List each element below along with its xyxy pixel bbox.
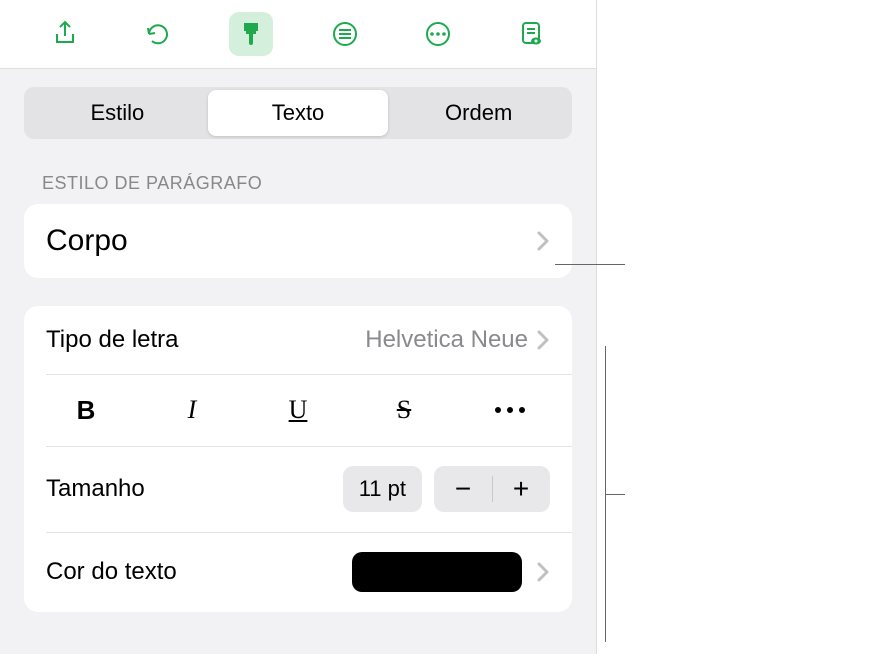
font-row[interactable]: Tipo de letra Helvetica Neue: [24, 306, 572, 374]
more-button[interactable]: [416, 12, 460, 56]
undo-button[interactable]: [136, 12, 180, 56]
text-color-swatch[interactable]: [352, 552, 522, 592]
paragraph-style-row[interactable]: Corpo: [24, 204, 572, 278]
size-row: Tamanho 11 pt − +: [24, 446, 572, 532]
chevron-right-icon: [536, 329, 550, 351]
tab-style[interactable]: Estilo: [27, 90, 208, 136]
paragraph-style-value: Corpo: [46, 224, 128, 258]
dot-icon: [507, 407, 513, 413]
view-button[interactable]: [509, 12, 553, 56]
italic-button[interactable]: I: [152, 388, 232, 432]
size-increase-button[interactable]: +: [492, 466, 550, 512]
format-button[interactable]: [229, 12, 273, 56]
text-style-row: B I U S: [24, 374, 572, 446]
list-icon: [330, 19, 360, 49]
share-icon: [50, 19, 80, 49]
callout-line: [555, 264, 625, 265]
tab-text[interactable]: Texto: [208, 90, 389, 136]
callout-line: [605, 494, 625, 495]
brush-icon: [236, 19, 266, 49]
font-label: Tipo de letra: [46, 326, 179, 354]
chevron-right-icon: [536, 561, 550, 583]
underline-button[interactable]: U: [258, 388, 338, 432]
size-label: Tamanho: [46, 475, 145, 503]
insert-button[interactable]: [323, 12, 367, 56]
strikethrough-button[interactable]: S: [364, 388, 444, 432]
text-color-label: Cor do texto: [46, 558, 177, 586]
dot-icon: [495, 407, 501, 413]
dot-icon: [519, 407, 525, 413]
more-styles-button[interactable]: [470, 388, 550, 432]
size-stepper: − +: [434, 466, 550, 512]
undo-icon: [143, 19, 173, 49]
bold-button[interactable]: B: [46, 388, 126, 432]
paragraph-style-header: ESTILO DE PARÁGRAFO: [0, 139, 596, 204]
size-decrease-button[interactable]: −: [434, 466, 492, 512]
share-button[interactable]: [43, 12, 87, 56]
font-value: Helvetica Neue: [365, 326, 536, 354]
top-toolbar: [0, 0, 596, 69]
chevron-right-icon: [536, 230, 550, 252]
tab-order[interactable]: Ordem: [388, 90, 569, 136]
doc-eye-icon: [516, 19, 546, 49]
text-properties-card: Tipo de letra Helvetica Neue B I U S Tam…: [24, 306, 572, 612]
format-tabs: Estilo Texto Ordem: [24, 87, 572, 139]
text-color-row[interactable]: Cor do texto: [24, 532, 572, 612]
size-value-button[interactable]: 11 pt: [343, 466, 422, 512]
more-icon: [423, 19, 453, 49]
paragraph-style-card: Corpo: [24, 204, 572, 278]
